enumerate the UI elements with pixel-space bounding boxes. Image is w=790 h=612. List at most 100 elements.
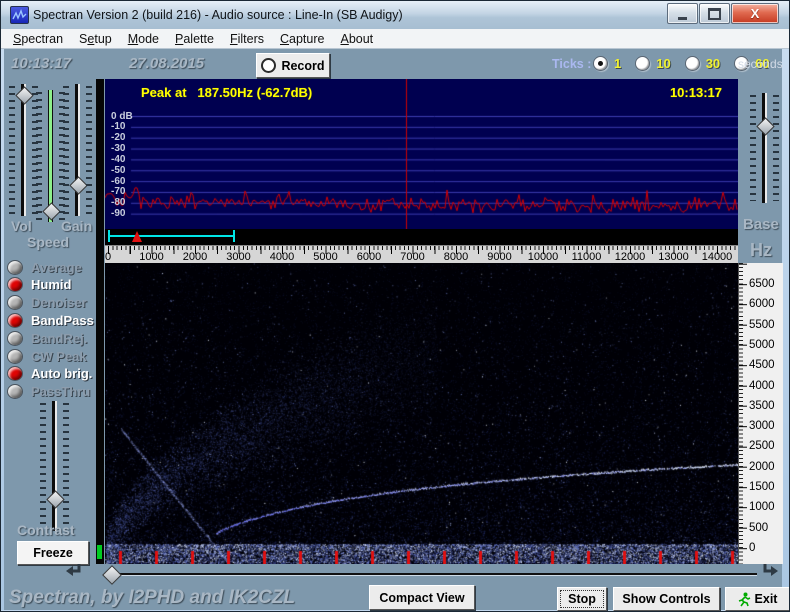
stop-button[interactable]: Stop (557, 587, 607, 611)
menu-item-setup[interactable]: Setup (71, 30, 120, 48)
minimize-button[interactable] (667, 3, 698, 24)
credit-text: Spectran, by I2PHD and IK2CZL (9, 587, 296, 608)
frequency-axis-label: 1000 (139, 251, 164, 263)
toggle-passthru[interactable]: PassThru (7, 384, 95, 400)
speed-slider-thumb[interactable] (42, 202, 61, 222)
hz-unit-label: Hz (750, 240, 772, 260)
frequency-ruler: 0 1000 2000 3000 4000 5000 6000 7000 8000 9000 100… (105, 245, 738, 264)
waterfall-scale-label: 3000 (749, 420, 775, 433)
ticks-radio-label: 30 (705, 56, 721, 71)
seconds-label: seconds (738, 57, 783, 71)
ticks-radio-10[interactable] (635, 56, 651, 71)
maximize-button[interactable] (699, 3, 730, 24)
exit-button[interactable]: Exit (725, 587, 789, 611)
menu-item-mode[interactable]: Mode (120, 30, 167, 48)
frequency-axis-label: 9000 (487, 251, 512, 263)
db-axis-label: -50 (111, 164, 126, 176)
frequency-axis-label: 8000 (443, 251, 469, 263)
current-time: 10:13:17 (11, 55, 72, 72)
scroll-left-icon (66, 564, 81, 576)
window-frame-left (1, 49, 4, 611)
ticks-radio-30[interactable] (684, 56, 700, 71)
bandpass-high-cap (233, 230, 235, 242)
base-label: Base (743, 216, 779, 233)
db-axis-label: -30 (111, 143, 126, 155)
frequency-axis-label: 11000 (571, 251, 602, 263)
spectrum-display[interactable]: Peak at 187.50Hz (-62.7dB) 10:13:17 0 dB… (105, 79, 738, 229)
current-date: 27.08.2015 (129, 55, 205, 72)
waterfall-scale-label: 4500 (749, 359, 775, 372)
show-controls-button[interactable]: Show Controls (613, 587, 720, 611)
frequency-axis-label: 13000 (658, 251, 689, 263)
gain-slider-thumb[interactable] (69, 176, 88, 195)
frequency-axis-label: 12000 (614, 251, 646, 263)
vol-slider-thumb[interactable] (15, 86, 34, 105)
contrast-slider-thumb[interactable] (46, 490, 65, 510)
menu-item-about[interactable]: About (332, 30, 381, 48)
waterfall-scale-label: 3500 (749, 399, 775, 412)
menu-item-capture[interactable]: Capture (272, 30, 332, 48)
frequency-marker-icon[interactable] (132, 231, 142, 242)
frequency-axis-label: 5000 (313, 251, 338, 263)
waterfall-scale-label: 5500 (749, 318, 775, 331)
record-button[interactable]: Record (256, 53, 330, 78)
scrollbar-track[interactable] (105, 573, 757, 575)
toggle-humid[interactable]: Humid (7, 277, 95, 293)
db-axis-label: -40 (111, 153, 126, 165)
toggle-label: CW Peak (31, 348, 87, 364)
waterfall-scale-label: 1000 (749, 501, 775, 514)
vol-slider[interactable] (9, 84, 38, 216)
title-bar[interactable]: Spectran Version 2 (build 216) - Audio s… (1, 1, 789, 30)
bandpass-strip[interactable] (105, 229, 738, 245)
frequency-axis-label: 3000 (226, 251, 251, 263)
running-man-icon (738, 592, 750, 606)
toggle-label: Humid (31, 277, 72, 293)
speed-slider[interactable] (36, 90, 65, 222)
toggle-average[interactable]: Average (7, 259, 95, 275)
toggle-led-icon (7, 312, 23, 328)
ticks-radio-label: 10 (656, 56, 671, 71)
maximize-icon (708, 7, 721, 20)
frequency-axis-label: 7000 (400, 251, 425, 263)
waterfall-scale-label: 2000 (749, 460, 775, 473)
window-frame-right (782, 49, 789, 611)
scroll-right-button[interactable] (759, 561, 781, 581)
base-slider[interactable] (750, 93, 779, 203)
ticks-label: Ticks : (552, 57, 592, 71)
close-button[interactable]: X (731, 3, 779, 24)
toggle-denoiser[interactable]: Denoiser (7, 295, 95, 311)
scroll-left-button[interactable] (63, 561, 85, 581)
window-title: Spectran Version 2 (build 216) - Audio s… (33, 8, 403, 22)
contrast-slider[interactable] (40, 401, 69, 531)
frequency-axis-label: 4000 (269, 251, 295, 263)
app-icon (10, 6, 29, 24)
scale-major-ticks (739, 263, 747, 564)
base-slider-thumb[interactable] (756, 117, 775, 136)
menu-item-spectran[interactable]: Spectran (5, 30, 71, 48)
compact-view-button[interactable]: Compact View (369, 585, 475, 610)
db-axis-label: -80 (111, 197, 126, 209)
menu-item-palette[interactable]: Palette (167, 30, 222, 48)
bandpass-low-cap (108, 230, 110, 242)
db-axis-label: -60 (111, 175, 126, 187)
toggle-bandrej[interactable]: BandRej. (7, 330, 95, 346)
ticks-radio-label: 1 (614, 56, 622, 71)
toggle-led-icon (7, 348, 23, 364)
toggle-bandpass[interactable]: BandPass (7, 312, 95, 328)
gain-slider[interactable] (63, 84, 92, 216)
db-axis-label: -70 (111, 186, 126, 198)
speed-label: Speed (27, 234, 70, 250)
waterfall-scale-label: 2500 (749, 440, 775, 453)
frequency-axis-label: 6000 (356, 251, 382, 263)
waterfall-scale-label: 500 (749, 521, 769, 534)
frequency-axis-label: 0 (105, 251, 112, 263)
waterfall-scale-label: 6000 (749, 298, 775, 311)
toggle-auto-brig[interactable]: Auto brig. (7, 366, 95, 382)
ticks-radio-1[interactable] (593, 56, 608, 71)
waterfall-display[interactable] (105, 263, 738, 564)
menu-item-filters[interactable]: Filters (222, 30, 272, 48)
scrollbar-thumb[interactable] (102, 565, 122, 585)
frequency-axis-label: 14000 (701, 251, 733, 263)
toggle-cw-peak[interactable]: CW Peak (7, 348, 95, 364)
toggle-label: BandPass (31, 312, 94, 328)
